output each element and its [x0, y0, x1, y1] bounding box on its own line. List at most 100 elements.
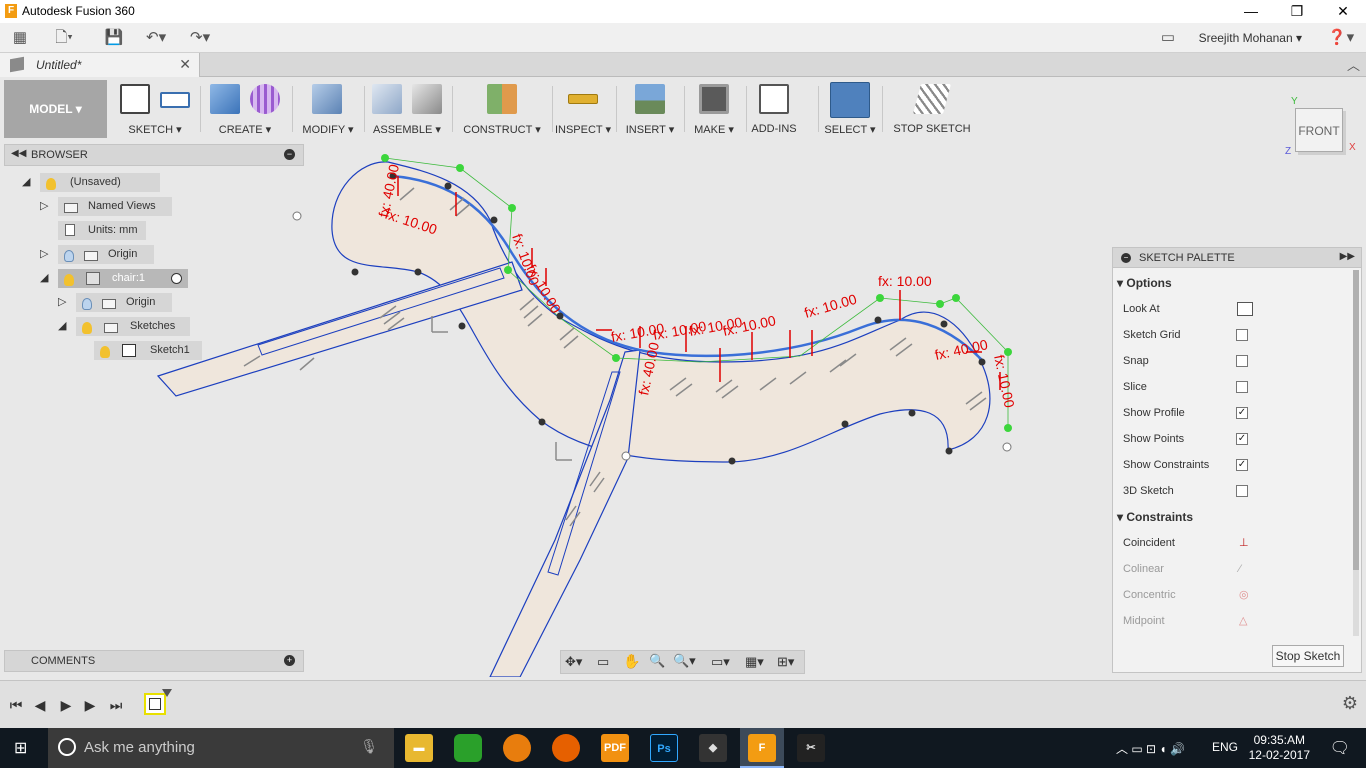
midpoint-icon[interactable]: △	[1239, 608, 1247, 634]
stop-sketch-group[interactable]: STOP SKETCH	[886, 80, 978, 138]
look-at-nav-icon[interactable]: ▭	[597, 654, 609, 670]
notifications-icon[interactable]: ▭	[1158, 29, 1178, 47]
document-tab[interactable]: Untitled* ✕	[0, 53, 200, 77]
palette-options-icon[interactable]: −	[1121, 253, 1131, 263]
sketch-grid-row[interactable]: Sketch Grid	[1123, 322, 1353, 348]
snap-checkbox[interactable]	[1236, 355, 1248, 367]
view-cube[interactable]: Y FRONT Z X	[1285, 96, 1356, 160]
step-back-icon[interactable]: ◀	[30, 695, 50, 715]
data-panel-grid-icon[interactable]: ▦	[10, 29, 30, 47]
slice-checkbox[interactable]	[1236, 381, 1248, 393]
minimize-button[interactable]: —	[1228, 0, 1274, 23]
create-sketch-icon[interactable]	[120, 84, 150, 114]
new-component-icon[interactable]	[372, 84, 402, 114]
select-cursor-icon[interactable]	[830, 82, 870, 118]
orbit-icon[interactable]: ✥▾	[565, 654, 582, 670]
firefox-icon[interactable]	[552, 734, 580, 762]
construct-group[interactable]: CONSTRUCT ▾	[454, 80, 550, 138]
help-icon[interactable]: ❓▾	[1326, 29, 1356, 47]
sketch-palette-header[interactable]: − SKETCH PALETTE ▶▶	[1113, 248, 1361, 268]
offset-plane-icon[interactable]	[487, 84, 517, 114]
green-app-icon[interactable]	[454, 734, 482, 762]
colinear-row[interactable]: Colinear ⁄	[1123, 556, 1353, 582]
language-indicator[interactable]: ENG	[1212, 740, 1238, 754]
joint-icon[interactable]	[412, 84, 442, 114]
show-points-checkbox[interactable]: ✓	[1236, 433, 1248, 445]
coincident-row[interactable]: Coincident ⊥	[1123, 530, 1353, 556]
constraints-section-header[interactable]: ▾ Constraints	[1117, 506, 1347, 528]
fusion-taskbar-button[interactable]: F	[740, 728, 784, 768]
insert-image-icon[interactable]	[635, 84, 665, 114]
slice-row[interactable]: Slice	[1123, 374, 1353, 400]
comments-panel-header[interactable]: COMMENTS +	[4, 650, 304, 672]
insert-group[interactable]: INSERT ▾	[620, 80, 680, 138]
snipping-tool-icon[interactable]: ✂	[797, 734, 825, 762]
inkscape-icon[interactable]: ◆	[699, 734, 727, 762]
close-button[interactable]: ✕	[1320, 0, 1366, 23]
concentric-icon[interactable]: ◎	[1239, 582, 1249, 608]
display-settings-icon[interactable]: ▭▾	[711, 654, 730, 670]
file-menu-icon[interactable]: 🗋▾	[54, 29, 74, 47]
undo-icon[interactable]: ↶▾	[146, 29, 166, 47]
redo-icon[interactable]: ↷▾	[190, 29, 210, 47]
pan-icon[interactable]: ✋	[623, 653, 640, 670]
cortana-search-box[interactable]: Ask me anything 🎙	[48, 728, 394, 768]
file-explorer-icon[interactable]: ▬	[405, 734, 433, 762]
step-forward-icon[interactable]: ▶	[80, 695, 100, 715]
palette-scrollbar[interactable]	[1353, 270, 1359, 636]
action-center-icon[interactable]: 🗨	[1330, 738, 1350, 758]
show-points-row[interactable]: Show Points ✓	[1123, 426, 1353, 452]
add-ins-group[interactable]: ADD-INS	[748, 80, 800, 138]
sketch-grid-checkbox[interactable]	[1236, 329, 1248, 341]
show-profile-checkbox[interactable]: ✓	[1236, 407, 1248, 419]
tray-icons[interactable]: ︿ ▭ ⊡ ◖ 🔊	[1116, 740, 1185, 757]
grid-settings-icon[interactable]: ▦▾	[745, 654, 764, 670]
3d-sketch-row[interactable]: 3D Sketch	[1123, 478, 1353, 504]
blender-icon[interactable]	[503, 734, 531, 762]
inspect-group[interactable]: INSPECT ▾	[554, 80, 612, 138]
viewports-icon[interactable]: ⊞▾	[777, 654, 794, 670]
midpoint-row[interactable]: Midpoint △	[1123, 608, 1353, 634]
maximize-button[interactable]: ❐	[1274, 0, 1320, 23]
show-constraints-row[interactable]: Show Constraints ✓	[1123, 452, 1353, 478]
microphone-icon[interactable]: 🎙	[360, 738, 378, 755]
show-profile-row[interactable]: Show Profile ✓	[1123, 400, 1353, 426]
stop-sketch-icon[interactable]	[912, 84, 952, 114]
design-canvas[interactable]: fx: 40.00 fx: 10.00 fx: 10.00 fx: 10.00 …	[0, 140, 1110, 677]
back-leg-profile[interactable]	[156, 261, 523, 397]
timeline-marker[interactable]	[162, 689, 172, 697]
3d-sketch-checkbox[interactable]	[1236, 485, 1248, 497]
collapse-chevron-icon[interactable]: ︿	[1347, 55, 1360, 74]
workspace-switcher[interactable]: MODEL ▾	[4, 80, 107, 138]
coincident-icon[interactable]: ⊥	[1239, 530, 1249, 556]
make-group[interactable]: MAKE ▾	[686, 80, 742, 138]
concentric-row[interactable]: Concentric ◎	[1123, 582, 1353, 608]
assemble-group[interactable]: ASSEMBLE ▾	[366, 80, 448, 138]
3d-print-icon[interactable]	[699, 84, 729, 114]
show-constraints-checkbox[interactable]: ✓	[1236, 459, 1248, 471]
sketch-group[interactable]: SKETCH ▾	[114, 80, 196, 138]
options-section-header[interactable]: ▾ Options	[1117, 272, 1347, 294]
look-at-icon[interactable]	[1237, 302, 1253, 316]
play-icon[interactable]: ▶	[56, 695, 76, 715]
go-to-start-icon[interactable]: ⏮	[6, 695, 26, 715]
timeline-settings-gear-icon[interactable]: ⚙	[1342, 693, 1358, 714]
press-pull-icon[interactable]	[312, 84, 342, 114]
select-group[interactable]: SELECT ▾	[822, 80, 878, 138]
system-clock[interactable]: 09:35:AM 12-02-2017	[1249, 733, 1310, 763]
extrude-icon[interactable]	[210, 84, 240, 114]
form-icon[interactable]	[250, 84, 280, 114]
pdf-app-icon[interactable]: PDF	[601, 734, 629, 762]
colinear-icon[interactable]: ⁄	[1239, 556, 1241, 582]
view-cube-front-face[interactable]: FRONT	[1295, 108, 1343, 152]
expand-panel-icon[interactable]: ▶▶	[1340, 251, 1355, 262]
snap-row[interactable]: Snap	[1123, 348, 1353, 374]
fit-icon[interactable]: 🔍▾	[673, 653, 696, 669]
scripts-icon[interactable]	[759, 84, 789, 114]
close-tab-icon[interactable]: ✕	[179, 56, 191, 73]
user-account-menu[interactable]: Sreejith Mohanan ▾	[1199, 31, 1302, 45]
add-comment-icon[interactable]: +	[284, 655, 295, 666]
modify-group[interactable]: MODIFY ▾	[294, 80, 362, 138]
photoshop-icon[interactable]: Ps	[650, 734, 678, 762]
zoom-icon[interactable]: 🔍	[649, 653, 665, 669]
